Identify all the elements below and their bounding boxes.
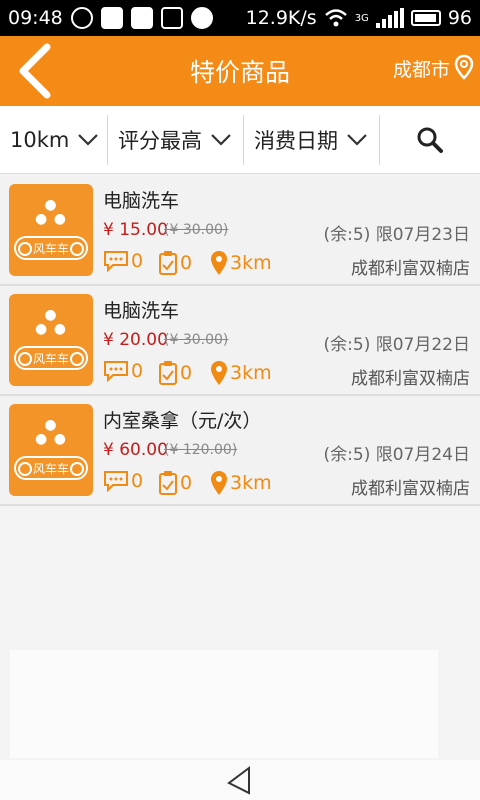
search-icon bbox=[417, 127, 443, 153]
image-icon bbox=[160, 7, 183, 29]
location-pin-icon bbox=[454, 54, 474, 80]
location-pin-icon bbox=[211, 471, 227, 495]
product-name: 电脑洗车 bbox=[103, 190, 180, 212]
booking-count: 0 bbox=[158, 470, 192, 496]
comment-icon bbox=[104, 361, 128, 382]
shop-name: 成都利富双楠店 bbox=[351, 259, 470, 279]
product-thumbnail: ● ● ● 风车车 bbox=[9, 404, 93, 496]
car-logo-icon: 风车车 bbox=[14, 346, 88, 370]
back-button[interactable] bbox=[10, 42, 60, 100]
location-pin-icon bbox=[211, 361, 227, 385]
clipboard-check-icon bbox=[159, 471, 177, 495]
chevron-down-icon bbox=[211, 133, 231, 146]
distance-info: 3km bbox=[210, 470, 272, 496]
battery-icon bbox=[410, 10, 441, 26]
sort-filter[interactable]: 评分最高 bbox=[108, 114, 244, 165]
comment-icon bbox=[104, 471, 128, 492]
list-item[interactable]: ● ● ● 风车车 内室桑拿（元/次） ¥ 60.00 (¥ 120.00) (余… bbox=[0, 396, 480, 506]
stock-deadline: (余:5) 限07月23日 bbox=[323, 225, 470, 245]
wifi-icon bbox=[324, 9, 347, 27]
product-thumbnail: ● ● ● 风车车 bbox=[9, 294, 93, 386]
water-drops-icon: ● ● ● bbox=[35, 307, 67, 337]
status-time: 09:48 bbox=[8, 7, 63, 29]
nav-back-icon[interactable] bbox=[225, 765, 255, 795]
chevron-down-icon bbox=[347, 133, 367, 146]
network-type: 3G bbox=[354, 13, 369, 24]
comment-icon bbox=[104, 251, 128, 272]
car-logo-icon: 风车车 bbox=[14, 236, 88, 260]
list-item[interactable]: ● ● ● 风车车 电脑洗车 ¥ 20.00 (¥ 30.00) (余:5) 限0… bbox=[0, 286, 480, 396]
product-price: ¥ 15.00 bbox=[103, 220, 168, 240]
distance-info: 3km bbox=[210, 250, 272, 276]
distance-info: 3km bbox=[210, 360, 272, 386]
signal-icon bbox=[375, 8, 404, 28]
water-drops-icon: ● ● ● bbox=[35, 417, 67, 447]
product-price: ¥ 20.00 bbox=[103, 330, 168, 350]
original-price: (¥ 30.00) bbox=[164, 222, 229, 238]
search-button[interactable] bbox=[380, 115, 480, 165]
stock-deadline: (余:5) 限07月24日 bbox=[323, 445, 470, 465]
app-header: 特价商品 成都市 bbox=[0, 36, 480, 106]
battery-level: 96 bbox=[447, 7, 472, 29]
water-drops-icon: ● ● ● bbox=[35, 197, 67, 227]
shop-name: 成都利富双楠店 bbox=[351, 369, 470, 389]
original-price: (¥ 30.00) bbox=[164, 332, 229, 348]
check-icon bbox=[190, 7, 213, 29]
distance-filter[interactable]: 10km bbox=[0, 114, 108, 165]
original-price: (¥ 120.00) bbox=[164, 442, 238, 458]
chevron-left-icon bbox=[19, 43, 51, 99]
location-pin-icon bbox=[211, 251, 227, 275]
shop-name: 成都利富双楠店 bbox=[351, 479, 470, 499]
date-filter-label: 消费日期 bbox=[254, 128, 338, 153]
product-name: 电脑洗车 bbox=[103, 300, 180, 322]
clipboard-check-icon bbox=[159, 251, 177, 275]
filter-bar: 10km 评分最高 消费日期 bbox=[0, 106, 480, 174]
car-logo-icon: 风车车 bbox=[14, 456, 88, 480]
product-price: ¥ 60.00 bbox=[103, 440, 168, 460]
clipboard-check-icon bbox=[159, 361, 177, 385]
sort-filter-label: 评分最高 bbox=[118, 128, 202, 153]
product-list: ● ● ● 风车车 电脑洗车 ¥ 15.00 (¥ 30.00) (余:5) 限0… bbox=[0, 176, 480, 506]
city-selector[interactable]: 成都市 bbox=[393, 54, 474, 82]
product-thumbnail: ● ● ● 风车车 bbox=[9, 184, 93, 276]
booking-count: 0 bbox=[158, 360, 192, 386]
booking-count: 0 bbox=[158, 250, 192, 276]
network-speed: 12.9K/s bbox=[245, 7, 317, 29]
system-nav-bar bbox=[0, 760, 480, 800]
status-bar: 09:48 12.9K/s 3G 96 bbox=[0, 0, 480, 36]
empty-panel bbox=[10, 650, 438, 758]
mail-icon bbox=[130, 7, 153, 29]
chevron-down-icon bbox=[78, 133, 99, 146]
date-filter[interactable]: 消费日期 bbox=[244, 114, 380, 165]
stock-deadline: (余:5) 限07月22日 bbox=[323, 335, 470, 355]
comment-count: 0 bbox=[103, 250, 143, 272]
upload-icon bbox=[100, 7, 123, 29]
comment-count: 0 bbox=[103, 360, 143, 382]
distance-filter-label: 10km bbox=[10, 127, 70, 152]
city-label: 成都市 bbox=[392, 58, 450, 81]
product-name: 内室桑拿（元/次） bbox=[103, 410, 262, 432]
list-item[interactable]: ● ● ● 风车车 电脑洗车 ¥ 15.00 (¥ 30.00) (余:5) 限0… bbox=[0, 176, 480, 286]
comment-count: 0 bbox=[103, 470, 143, 492]
download-icon bbox=[70, 7, 93, 29]
